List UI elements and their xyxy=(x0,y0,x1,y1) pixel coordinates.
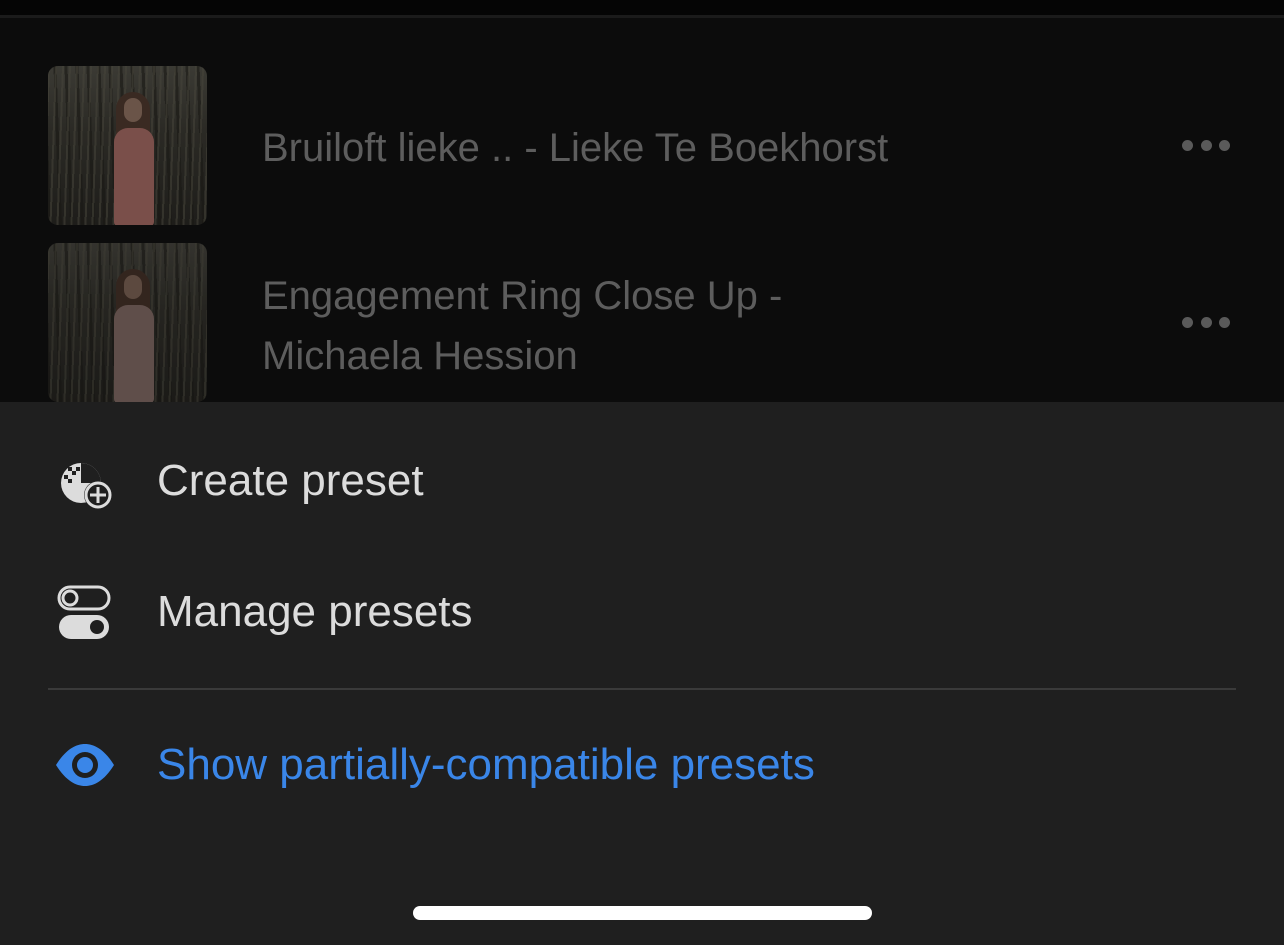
preset-list: Bruiloft lieke .. - Lieke Te Boekhorst E… xyxy=(0,18,1284,402)
home-indicator xyxy=(413,906,872,920)
preset-title: Bruiloft lieke .. - Lieke Te Boekhorst xyxy=(262,126,889,170)
create-preset-label: Create preset xyxy=(157,456,424,505)
preset-title-line1: Engagement Ring Close Up - xyxy=(262,274,783,318)
manage-presets-button[interactable]: Manage presets xyxy=(0,567,1284,657)
preset-thumbnail xyxy=(48,66,207,225)
preset-title-line2: Michaela Hession xyxy=(262,334,578,378)
more-options-icon[interactable] xyxy=(1176,307,1236,337)
preset-thumbnail xyxy=(48,243,207,402)
create-preset-button[interactable]: Create preset xyxy=(0,436,1284,526)
create-preset-icon xyxy=(54,451,116,513)
preset-row-bruiloft[interactable]: Bruiloft lieke .. - Lieke Te Boekhorst xyxy=(0,18,1284,228)
preset-row-engagement[interactable]: Engagement Ring Close Up - Michaela Hess… xyxy=(0,228,1284,402)
show-partially-compatible-button[interactable]: Show partially-compatible presets xyxy=(0,720,1284,810)
top-bar xyxy=(0,0,1284,18)
show-partially-compatible-label: Show partially-compatible presets xyxy=(157,740,815,789)
action-sheet: Create preset Manage presets Show partia… xyxy=(0,402,1284,945)
menu-divider xyxy=(48,688,1236,690)
toggle-switches-icon xyxy=(54,585,116,647)
manage-presets-label: Manage presets xyxy=(157,587,473,636)
eye-icon xyxy=(54,734,116,796)
more-options-icon[interactable] xyxy=(1176,130,1236,160)
